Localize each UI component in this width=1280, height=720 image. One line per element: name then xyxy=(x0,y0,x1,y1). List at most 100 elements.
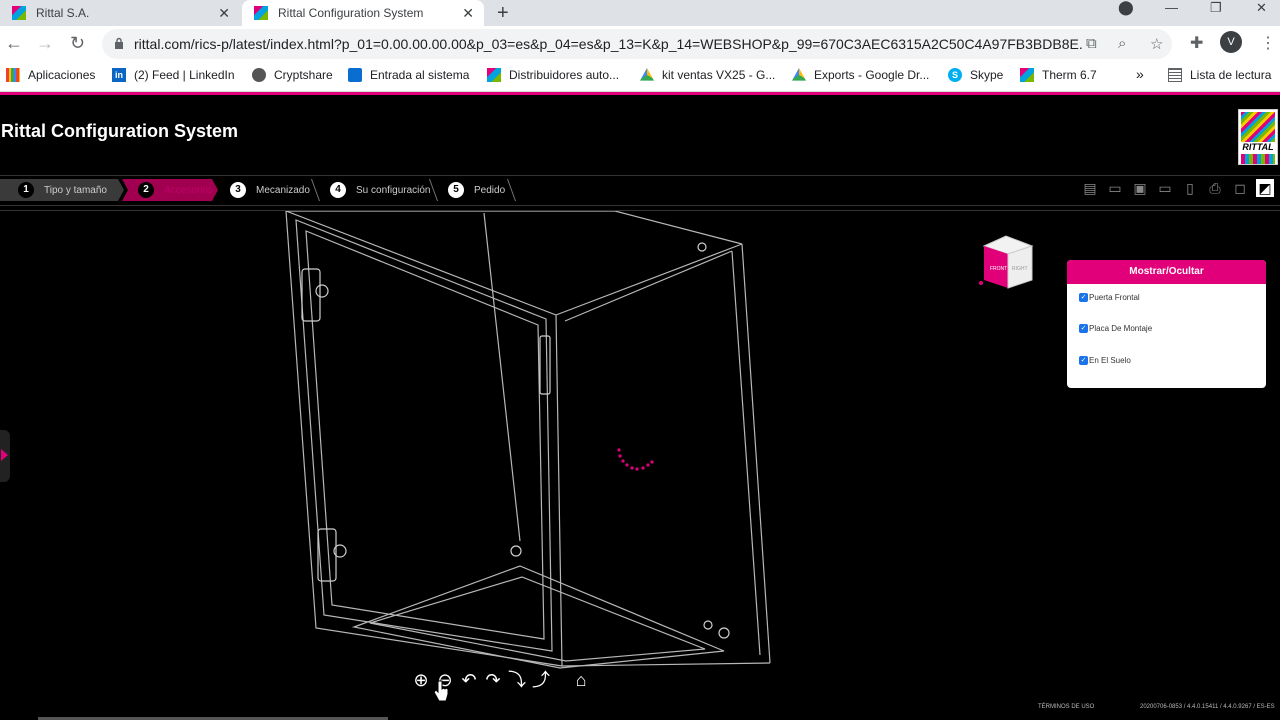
new-tab-button[interactable]: + xyxy=(497,2,509,25)
checkbox-label: Puerta Frontal xyxy=(1089,293,1140,302)
bookmark-label: Distribuidores auto... xyxy=(509,68,620,82)
bookmark-distribuidores[interactable]: Distribuidores auto... xyxy=(487,68,619,82)
bookmarks-overflow-button[interactable]: » xyxy=(1136,66,1144,82)
step-label: Accesorios xyxy=(164,184,213,196)
close-tab-icon[interactable]: ✕ xyxy=(462,5,474,22)
reading-list-label: Lista de lectura xyxy=(1190,68,1272,82)
step-label: Tipo y tamaño xyxy=(44,184,107,196)
step-pedido[interactable]: 5 Pedido xyxy=(432,179,517,201)
rotate-left-icon[interactable]: ↶ xyxy=(458,668,480,692)
export-3d-icon[interactable]: ▣ xyxy=(1131,179,1149,197)
save-icon[interactable]: ▤ xyxy=(1081,179,1099,197)
bookmark-label: Cryptshare xyxy=(274,68,333,82)
steps-navigation: 1 Tipo y tamaño 2 Accesorios 3 Mecanizad… xyxy=(0,175,1280,206)
checkbox-checked-icon[interactable]: ✓ xyxy=(1079,293,1088,302)
fullscreen-icon[interactable]: ◻ xyxy=(1231,179,1249,197)
side-panel-toggle[interactable] xyxy=(0,430,10,482)
step-mecanizado[interactable]: 3 Mecanizado xyxy=(214,179,321,201)
step-su-configuracion[interactable]: 4 Su configuración xyxy=(314,179,439,201)
tab-rittal-sa[interactable]: Rittal S.A. ✕ xyxy=(0,0,240,26)
google-drive-icon xyxy=(640,68,654,81)
tab-title: Rittal Configuration System xyxy=(278,6,424,20)
rittal-favicon-icon xyxy=(487,68,501,82)
profile-menu-icon[interactable]: ⬤ xyxy=(1118,0,1134,16)
checkbox-checked-icon[interactable]: ✓ xyxy=(1079,324,1088,333)
sap-icon xyxy=(348,68,362,82)
url-text: rittal.com/rics-p/latest/index.html?p_01… xyxy=(134,36,1084,52)
panel-header: Mostrar/Ocultar xyxy=(1067,260,1266,284)
pdf-icon[interactable]: ▯ xyxy=(1181,179,1199,197)
minimize-icon[interactable]: — xyxy=(1165,0,1178,15)
step-label: Su configuración xyxy=(356,184,431,196)
bookmark-linkedin[interactable]: in (2) Feed | LinkedIn xyxy=(112,68,235,82)
file-toolbar: ▤ ▭ ▣ ▭ ▯ ⎙ ◻ ◩ xyxy=(1081,179,1274,197)
reload-icon[interactable]: ↻ xyxy=(70,33,85,54)
browser-toolbar: ← → ↻ rittal.com/rics-p/latest/index.htm… xyxy=(0,26,1280,62)
bookmark-kit-ventas[interactable]: kit ventas VX25 - G... xyxy=(640,68,775,82)
rittal-favicon-icon xyxy=(1020,68,1034,82)
checkbox-label: En El Suelo xyxy=(1089,356,1131,365)
page-title: Rittal Configuration System xyxy=(1,121,239,141)
app-container: Rittal Configuration System RITTAL 1 Tip… xyxy=(0,92,1280,720)
step-number: 2 xyxy=(138,182,154,198)
zoom-in-icon[interactable]: ⊕ xyxy=(410,668,432,692)
open-folder-icon[interactable]: ▭ xyxy=(1106,179,1124,197)
checkbox-checked-icon[interactable]: ✓ xyxy=(1079,356,1088,365)
step-number: 5 xyxy=(448,182,464,198)
view-cube[interactable]: FRONT RIGHT xyxy=(978,232,1034,292)
visibility-panel: Mostrar/Ocultar ✓ Puerta Frontal ✓ Placa… xyxy=(1067,260,1266,388)
close-tab-icon[interactable]: ✕ xyxy=(218,5,230,22)
bookmark-star-icon[interactable]: ☆ xyxy=(1150,35,1163,53)
home-view-icon[interactable]: ⌂ xyxy=(570,668,592,692)
print-icon[interactable]: ⎙ xyxy=(1206,179,1224,197)
lock-icon xyxy=(115,37,123,49)
bookmark-skype[interactable]: S Skype xyxy=(948,68,1003,82)
rittal-logo: RITTAL xyxy=(1238,109,1278,165)
checkbox-placa-montaje[interactable]: ✓ Placa De Montaje xyxy=(1079,324,1152,333)
skype-icon: S xyxy=(948,68,962,82)
tab-title: Rittal S.A. xyxy=(36,6,90,20)
checkbox-puerta-frontal[interactable]: ✓ Puerta Frontal xyxy=(1079,293,1140,302)
bookmark-label: Aplicaciones xyxy=(28,68,96,82)
loading-spinner-icon xyxy=(617,448,654,471)
avatar[interactable]: V xyxy=(1220,31,1242,53)
extensions-icon[interactable]: ✚ xyxy=(1190,33,1203,53)
rotate-up-icon[interactable]: ⤴ xyxy=(530,668,552,692)
translate-icon[interactable]: ⧉ xyxy=(1086,35,1097,52)
maximize-icon[interactable]: ❐ xyxy=(1210,0,1222,16)
3d-viewport[interactable]: FRONT RIGHT Mostrar/Ocultar ✓ Puerta Fro… xyxy=(0,210,1280,695)
bookmark-sap[interactable]: Entrada al sistema xyxy=(348,68,469,82)
rotate-down-icon[interactable]: ⤵ xyxy=(506,668,528,692)
bookmark-therm[interactable]: Therm 6.7 xyxy=(1020,68,1097,82)
menu-icon[interactable]: ⋮ xyxy=(1260,33,1276,53)
step-number: 4 xyxy=(330,182,346,198)
bookmark-label: (2) Feed | LinkedIn xyxy=(134,68,235,82)
checkbox-label: Placa De Montaje xyxy=(1089,324,1153,333)
hand-cursor-icon xyxy=(434,680,448,702)
terms-link[interactable]: TÉRMINOS DE USO xyxy=(1038,704,1094,710)
export-folder-icon[interactable]: ▭ xyxy=(1156,179,1174,197)
reading-list-button[interactable]: Lista de lectura xyxy=(1168,68,1271,82)
step-number: 1 xyxy=(18,182,34,198)
step-tipo-tamano[interactable]: 1 Tipo y tamaño xyxy=(0,179,124,201)
bookmarks-bar: Aplicaciones in (2) Feed | LinkedIn Cryp… xyxy=(0,62,1280,92)
bookmark-exports[interactable]: Exports - Google Dr... xyxy=(792,68,929,82)
browser-tab-bar: Rittal S.A. ✕ Rittal Configuration Syste… xyxy=(0,0,1280,26)
back-icon[interactable]: ← xyxy=(5,33,23,54)
bookmark-label: kit ventas VX25 - G... xyxy=(662,68,776,82)
zoom-icon[interactable]: ⌕ xyxy=(1118,35,1126,52)
address-bar[interactable]: rittal.com/rics-p/latest/index.html?p_01… xyxy=(102,29,1172,59)
bookmark-cryptshare[interactable]: Cryptshare xyxy=(252,68,333,82)
view-toggle-icon[interactable]: ◩ xyxy=(1256,179,1274,197)
rotate-right-icon[interactable]: ↷ xyxy=(482,668,504,692)
bookmark-apps[interactable]: Aplicaciones xyxy=(6,68,95,82)
forward-icon[interactable]: → xyxy=(36,33,54,54)
reading-list-icon xyxy=(1168,68,1182,82)
tab-rittal-configuration[interactable]: Rittal Configuration System ✕ xyxy=(242,0,484,26)
close-window-icon[interactable]: ✕ xyxy=(1256,0,1267,16)
google-drive-icon xyxy=(792,68,806,81)
step-label: Mecanizado xyxy=(256,184,310,196)
checkbox-en-el-suelo[interactable]: ✓ En El Suelo xyxy=(1079,356,1131,365)
step-accesorios[interactable]: 2 Accesorios xyxy=(122,179,218,201)
cube-front-label: FRONT xyxy=(990,266,1007,272)
